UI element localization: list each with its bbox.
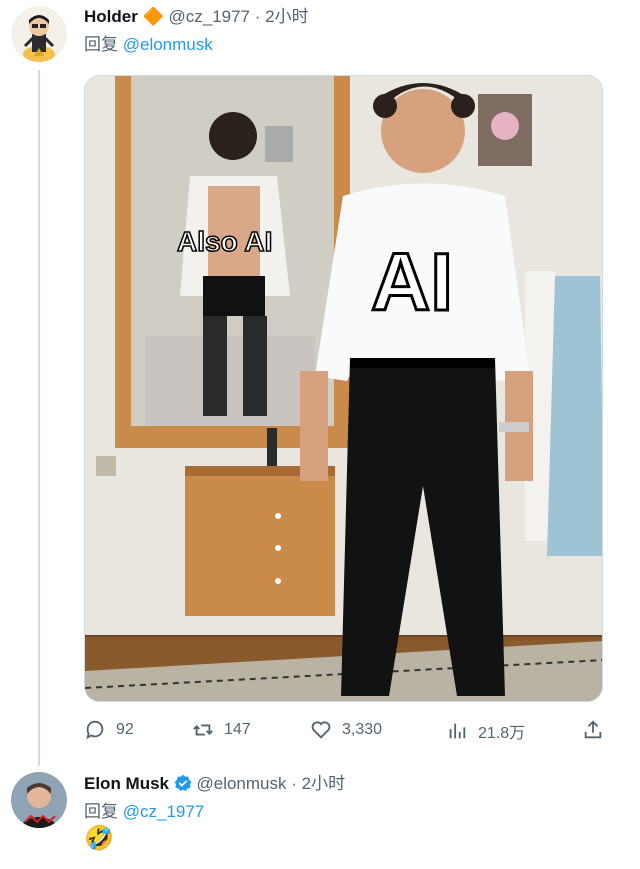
display-name[interactable]: Holder <box>84 7 138 26</box>
tweet2-header: Elon Musk @elonmusk · 2小时 <box>84 774 345 794</box>
reply-action[interactable]: 92 <box>84 719 134 741</box>
mention-link[interactable]: @cz_1977 <box>123 802 205 821</box>
mention-link[interactable]: @elonmusk <box>123 35 213 54</box>
retweet-action[interactable]: 147 <box>192 719 251 741</box>
timestamp[interactable]: 2小时 <box>302 774 345 793</box>
timestamp[interactable]: 2小时 <box>265 7 308 26</box>
avatar-holder[interactable] <box>11 6 67 62</box>
thread-connector-line <box>38 70 40 766</box>
views-icon <box>449 723 466 739</box>
views-action[interactable]: 21.8万 <box>446 719 525 743</box>
share-action[interactable] <box>582 719 604 741</box>
retweet-count: 147 <box>224 721 251 738</box>
reply-context: 回复 @elonmusk <box>84 35 213 55</box>
meme-caption-main: AI <box>370 236 455 330</box>
like-count: 3,330 <box>342 721 383 738</box>
tweet-media-image[interactable]: Also AI AI <box>84 75 603 702</box>
reply-prefix: 回复 <box>84 802 118 821</box>
user-handle[interactable]: @cz_1977 <box>168 7 250 26</box>
tweet2-emoji-body: 🤣 <box>84 825 114 852</box>
reply-context: 回复 @cz_1977 <box>84 802 204 822</box>
meme-caption-mirror: Also AI <box>176 225 273 258</box>
dot-separator: · <box>291 774 297 793</box>
reply-icon <box>86 720 104 740</box>
share-icon <box>584 720 602 739</box>
view-count: 21.8万 <box>478 725 526 742</box>
verified-badge-icon <box>174 774 191 791</box>
orange-diamond-badge-icon: 🔶 <box>142 7 164 26</box>
avatar-elon[interactable] <box>11 772 67 828</box>
tweet1-header: Holder 🔶 @cz_1977 · 2小时 <box>84 7 309 27</box>
like-action[interactable]: 3,330 <box>310 719 382 741</box>
heart-icon <box>311 721 331 739</box>
dot-separator: · <box>254 7 261 26</box>
reply-prefix: 回复 <box>84 35 118 54</box>
display-name[interactable]: Elon Musk <box>84 774 169 793</box>
reply-count: 92 <box>116 721 134 738</box>
user-handle[interactable]: @elonmusk <box>196 774 286 793</box>
tweet1-action-bar: 92 147 3,330 21.8万 <box>84 719 606 745</box>
retweet-icon <box>193 724 213 736</box>
